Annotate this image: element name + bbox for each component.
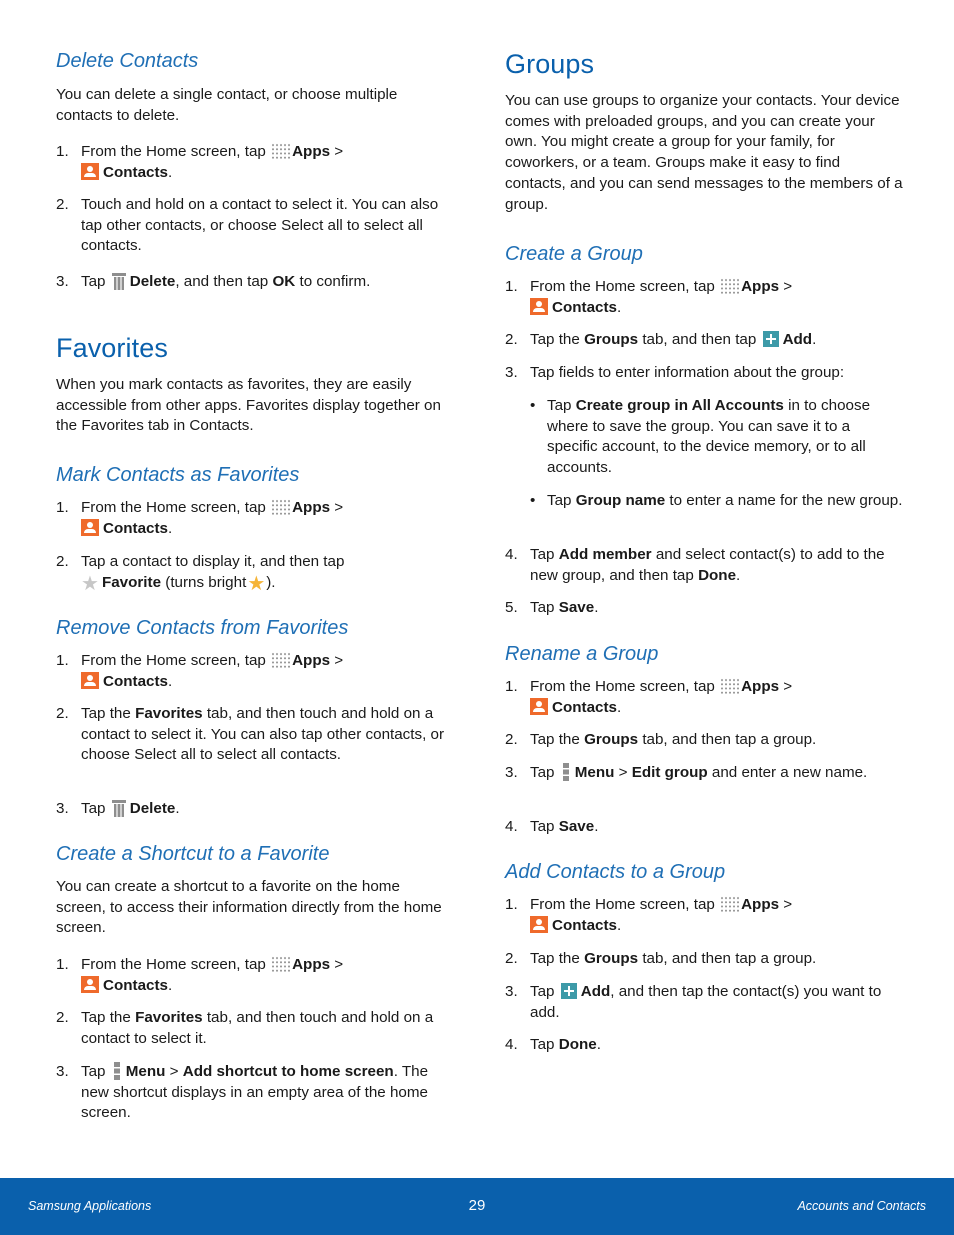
list-item: 5. Tap Save. xyxy=(505,599,599,616)
list-item: 1. From the Home screen, tap Apps > Cont… xyxy=(505,896,793,934)
list-item: 2. Tap the Favorites tab, and then touch… xyxy=(56,705,445,764)
list-item: 1. From the Home screen, tap Apps > Cont… xyxy=(56,499,344,537)
contacts-icon xyxy=(530,297,548,315)
list-item: 1. From the Home screen, tap Apps > Cont… xyxy=(56,652,344,690)
contacts-icon xyxy=(530,915,548,933)
contacts-icon xyxy=(530,697,548,715)
apps-icon xyxy=(271,499,291,516)
apps-icon xyxy=(720,678,740,695)
groups-intro: You can use groups to organize your cont… xyxy=(505,92,903,213)
list-item: 2. Tap the Groups tab, and then tap a gr… xyxy=(505,950,817,967)
list-item: 3. Tap Menu > Edit group and enter a new… xyxy=(505,763,868,781)
apps-icon xyxy=(271,652,291,669)
star-outline-icon: ★ xyxy=(81,572,99,595)
star-bright-icon: ★ xyxy=(247,572,266,595)
list-item: 3. Tap Delete, and then tap OK to confir… xyxy=(56,273,371,290)
list-item: 2. Tap the Groups tab, and then tap Add. xyxy=(505,331,817,348)
contacts-icon xyxy=(81,162,99,180)
heading-favorites: Favorites xyxy=(56,333,168,363)
shortcut-intro: You can create a shortcut to a favorite … xyxy=(56,878,442,937)
heading-create-group: Create a Group xyxy=(505,243,643,265)
bullet-item: • Tap Create group in All Accounts in to… xyxy=(530,397,871,477)
heading-add-to-group: Add Contacts to a Group xyxy=(505,861,726,883)
add-icon xyxy=(762,331,779,347)
list-item: 2. Tap a contact to display it, and then… xyxy=(56,553,345,595)
list-item: 4. Tap Add member and select contact(s) … xyxy=(505,546,885,584)
page-footer: Samsung Applications 29 Accounts and Con… xyxy=(0,1178,954,1235)
bullet-item: • Tap Group name to enter a name for the… xyxy=(530,492,903,509)
delete-contacts-intro: You can delete a single contact, or choo… xyxy=(56,86,398,124)
heading-create-shortcut: Create a Shortcut to a Favorite xyxy=(56,843,330,865)
menu-icon xyxy=(113,1062,120,1080)
list-item: 1. From the Home screen, tap Apps > Cont… xyxy=(56,143,344,181)
list-item: 2. Touch and hold on a contact to select… xyxy=(56,196,439,255)
trash-icon xyxy=(111,273,126,290)
list-item: 1. From the Home screen, tap Apps > Cont… xyxy=(505,678,793,716)
footer-section-right: Accounts and Contacts xyxy=(797,1199,926,1213)
heading-delete-contacts: Delete Contacts xyxy=(56,50,199,72)
list-item: 3. Tap Menu > Add shortcut to home scree… xyxy=(56,1062,429,1122)
apps-icon xyxy=(271,143,291,160)
contacts-icon xyxy=(81,975,99,993)
list-item: 2. Tap the Favorites tab, and then touch… xyxy=(56,1009,434,1047)
apps-icon xyxy=(720,896,740,913)
heading-mark-favorites: Mark Contacts as Favorites xyxy=(56,464,300,486)
menu-icon xyxy=(562,763,569,781)
add-icon xyxy=(560,983,577,999)
apps-icon xyxy=(271,956,291,973)
apps-icon xyxy=(720,278,740,295)
heading-rename-group: Rename a Group xyxy=(505,643,659,665)
list-item: 1. From the Home screen, tap Apps > Cont… xyxy=(56,956,344,994)
list-item: 3. Tap fields to enter information about… xyxy=(505,364,845,381)
list-item: 2. Tap the Groups tab, and then tap a gr… xyxy=(505,731,817,748)
list-item: 4. Tap Done. xyxy=(505,1036,601,1053)
list-item: 4. Tap Save. xyxy=(505,818,599,835)
contacts-icon xyxy=(81,671,99,689)
trash-icon xyxy=(111,800,126,817)
heading-groups: Groups xyxy=(505,49,595,79)
heading-remove-favorites: Remove Contacts from Favorites xyxy=(56,617,349,639)
list-item: 3. Tap Delete. xyxy=(56,800,180,817)
contacts-icon xyxy=(81,518,99,536)
list-item: 3. Tap Add, and then tap the contact(s) … xyxy=(505,983,882,1021)
favorites-intro: When you mark contacts as favorites, the… xyxy=(56,376,441,435)
list-item: 1. From the Home screen, tap Apps > Cont… xyxy=(505,278,793,316)
